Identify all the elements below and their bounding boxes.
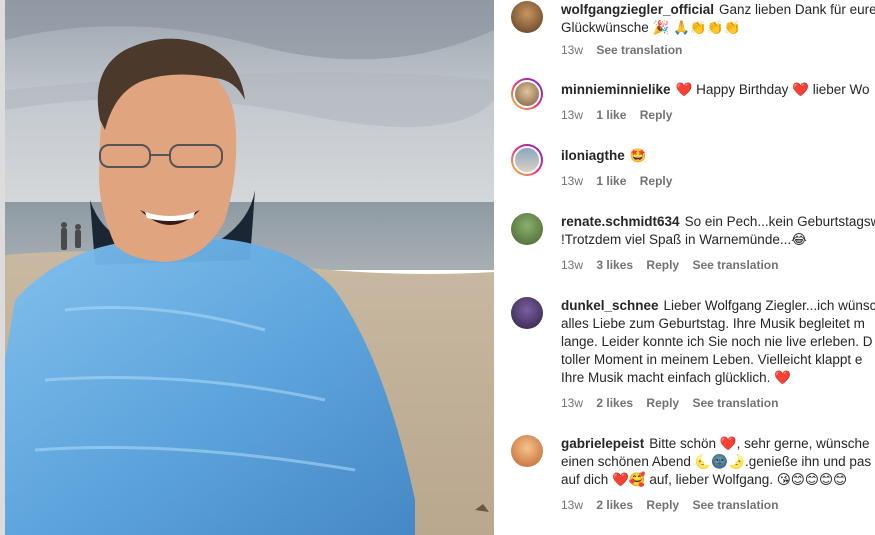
comment-body: minnieminnielike ❤️ Happy Birthday ❤️ lie… — [561, 81, 875, 99]
comment-time: 13w — [561, 258, 584, 272]
comment-meta: 13w 2 likes Reply See translation — [561, 498, 788, 512]
reply-button[interactable]: Reply — [640, 108, 673, 122]
comment-username[interactable]: gabrielepeist — [561, 436, 644, 451]
comment-text: einen schönen Abend 🌜🌚🌛.genieße ihn und … — [561, 454, 872, 469]
comment-time: 13w — [561, 43, 584, 57]
comment-time: 13w — [561, 108, 584, 122]
like-count[interactable]: 2 likes — [596, 396, 633, 410]
comment-text: lange. Leider konnte ich Sie noch nie li… — [561, 334, 873, 349]
video-frame — [5, 0, 494, 535]
comment-username[interactable]: renate.schmidt634 — [561, 214, 680, 229]
like-count[interactable]: 1 like — [596, 108, 626, 122]
comment-username[interactable]: wolfgangziegler_official — [561, 2, 714, 17]
comment-time: 13w — [561, 174, 584, 188]
see-translation-link[interactable]: See translation — [692, 258, 778, 272]
reply-button[interactable]: Reply — [646, 396, 679, 410]
see-translation-link[interactable]: See translation — [596, 43, 682, 57]
avatar[interactable] — [511, 435, 543, 467]
avatar[interactable] — [511, 297, 543, 329]
comment-text: Lieber Wolfgang Ziegler...ich wünsc — [663, 298, 875, 313]
comment-text: toller Moment in meinem Leben. Vielleich… — [561, 352, 863, 367]
comment-meta: 13w 3 likes Reply See translation — [561, 258, 788, 272]
comment-text: alles Liebe zum Geburtstag. Ihre Musik b… — [561, 316, 865, 331]
comment-text: So ein Pech...kein Geburtstagsw — [684, 214, 875, 229]
comment-username[interactable]: iloniagthe — [561, 148, 625, 163]
comment-text: !Trotzdem viel Spaß in Warnemünde...😂 — [561, 232, 807, 247]
like-count[interactable]: 1 like — [596, 174, 626, 188]
comments-panel[interactable]: wolfgangziegler_official Ganz lieben Dank… — [494, 0, 875, 535]
comment-username[interactable]: dunkel_schnee — [561, 298, 659, 313]
avatar[interactable] — [511, 1, 543, 33]
comment-meta: 13w 1 like Reply — [561, 108, 682, 122]
comment-meta: 13w See translation — [561, 43, 692, 57]
comment-time: 13w — [561, 498, 584, 512]
comment-body: iloniagthe 🤩 — [561, 147, 875, 165]
see-translation-link[interactable]: See translation — [692, 498, 778, 512]
like-count[interactable]: 3 likes — [596, 258, 633, 272]
comment-text: Bitte schön ❤️, sehr gerne, wünsche — [649, 436, 870, 451]
avatar[interactable] — [511, 144, 543, 176]
comment-text: auf dich ❤️🥰 auf, lieber Wolfgang. 😘😊😊😊😊 — [561, 472, 848, 487]
comment-text: ❤️ Happy Birthday ❤️ lieber Wo — [675, 82, 870, 97]
reply-button[interactable]: Reply — [646, 498, 679, 512]
comment-body: dunkel_schnee Lieber Wolfgang Ziegler...i… — [561, 297, 875, 387]
comment-text: Ganz lieben Dank für eure — [719, 2, 875, 17]
comment-text: Glückwünsche 🎉 🙏👏👏👏 — [561, 20, 741, 35]
see-translation-link[interactable]: See translation — [692, 396, 778, 410]
comment-meta: 13w 2 likes Reply See translation — [561, 396, 788, 410]
comment-time: 13w — [561, 396, 584, 410]
comment-meta: 13w 1 like Reply — [561, 174, 682, 188]
comment-body: gabrielepeist Bitte schön ❤️, sehr gerne,… — [561, 435, 875, 489]
reply-button[interactable]: Reply — [640, 174, 673, 188]
comment-text: 🤩 — [629, 148, 647, 163]
comment-body: wolfgangziegler_official Ganz lieben Dank… — [561, 1, 875, 37]
avatar[interactable] — [511, 78, 543, 110]
like-count[interactable]: 2 likes — [596, 498, 633, 512]
comment-body: renate.schmidt634 So ein Pech...kein Gebu… — [561, 213, 875, 249]
comment-text: Ihre Musik macht einfach glücklich. ❤️ — [561, 370, 791, 385]
video-player[interactable] — [5, 0, 494, 535]
comment-username[interactable]: minnieminnielike — [561, 82, 671, 97]
reply-button[interactable]: Reply — [646, 258, 679, 272]
avatar[interactable] — [511, 213, 543, 245]
